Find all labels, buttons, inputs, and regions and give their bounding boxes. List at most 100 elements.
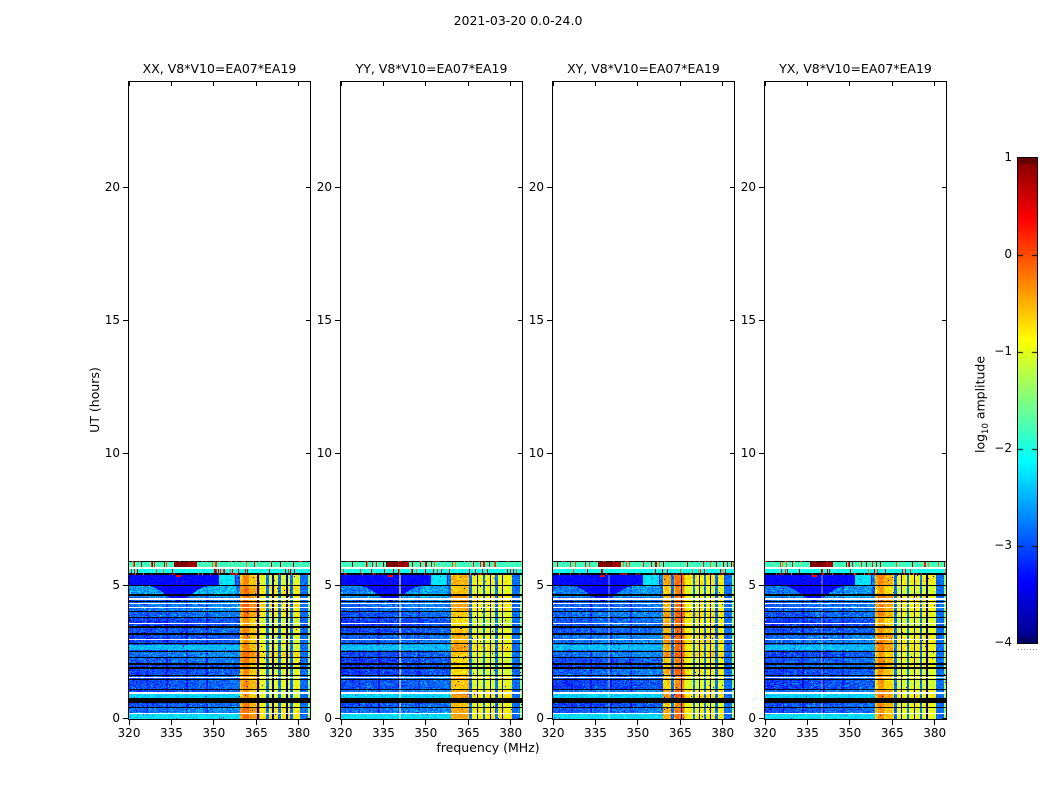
x-tick-top	[595, 82, 596, 86]
panel-xy	[552, 81, 735, 720]
y-tick-label: 5	[510, 578, 544, 593]
colorbar-tick-label: 0	[972, 247, 1012, 262]
y-tick-label: 15	[722, 313, 756, 328]
y-tick	[335, 187, 340, 188]
y-tick	[759, 320, 764, 321]
panel-title-yy: YY, V8*V10=EA07*EA19	[321, 61, 542, 76]
panel-title-xy: XY, V8*V10=EA07*EA19	[533, 61, 754, 76]
x-tick-top	[383, 82, 384, 86]
y-tick	[547, 453, 552, 454]
colorbar-tick-label: −2	[972, 441, 1012, 456]
y-tick	[335, 453, 340, 454]
y-tick-label: 15	[510, 313, 544, 328]
x-tick	[680, 720, 681, 725]
x-tick-label: 380	[703, 726, 743, 741]
spectrogram-xy	[553, 561, 734, 719]
x-tick-label: 320	[745, 726, 785, 741]
y-tick	[335, 585, 340, 586]
y-tick-label: 10	[86, 446, 120, 461]
x-tick-top	[468, 82, 469, 86]
y-tick-label: 10	[298, 446, 332, 461]
x-tick-label: 335	[575, 726, 615, 741]
x-tick	[892, 720, 893, 725]
colorbar-tick-label: 1	[972, 150, 1012, 165]
x-tick	[171, 720, 172, 725]
colorbar-tick-label: −1	[972, 344, 1012, 359]
x-tick-top	[341, 82, 342, 86]
y-tick-label: 20	[298, 180, 332, 195]
x-tick	[129, 720, 130, 725]
x-tick-top	[849, 82, 850, 86]
x-tick-label: 335	[151, 726, 191, 741]
x-tick-top	[425, 82, 426, 86]
x-tick-top	[256, 82, 257, 86]
x-tick-top	[680, 82, 681, 86]
x-tick-label: 380	[279, 726, 319, 741]
y-tick-label: 15	[86, 313, 120, 328]
x-tick-label: 350	[830, 726, 870, 741]
y-tick-label: 10	[722, 446, 756, 461]
figure: 2021-03-20 0.0-24.0 XX, V8*V10=EA07*EA19…	[0, 0, 1050, 800]
figure-title: 2021-03-20 0.0-24.0	[0, 13, 1036, 28]
x-tick-top	[510, 82, 511, 86]
y-tick-label: 0	[86, 711, 120, 726]
y-tick	[547, 718, 552, 719]
panel-title-yx: YX, V8*V10=EA07*EA19	[745, 61, 966, 76]
x-tick-top	[298, 82, 299, 86]
spectrogram-xx	[129, 561, 310, 719]
x-tick-label: 380	[491, 726, 531, 741]
x-tick-top	[722, 82, 723, 86]
x-tick-top	[213, 82, 214, 86]
x-tick-top	[765, 82, 766, 86]
colorbar-gradient	[1018, 158, 1037, 643]
y-tick	[547, 585, 552, 586]
y-tick-right	[942, 718, 946, 719]
x-axis-label: frequency (MHz)	[388, 740, 588, 755]
x-tick-label: 365	[872, 726, 912, 741]
x-tick-label: 335	[363, 726, 403, 741]
x-tick-label: 320	[321, 726, 361, 741]
x-tick-top	[553, 82, 554, 86]
x-tick	[637, 720, 638, 725]
x-tick-top	[171, 82, 172, 86]
colorbar	[1017, 157, 1038, 644]
y-tick	[335, 320, 340, 321]
x-tick	[425, 720, 426, 725]
y-tick-right	[942, 187, 946, 188]
y-tick	[123, 453, 128, 454]
x-tick-top	[934, 82, 935, 86]
y-tick	[123, 585, 128, 586]
y-tick	[123, 187, 128, 188]
x-tick-label: 365	[236, 726, 276, 741]
x-tick	[468, 720, 469, 725]
y-tick-label: 0	[722, 711, 756, 726]
x-tick	[341, 720, 342, 725]
colorbar-bottom-dots	[1018, 648, 1037, 651]
colorbar-tick-label: −3	[972, 538, 1012, 553]
y-tick	[759, 585, 764, 586]
y-tick-right	[942, 585, 946, 586]
spectrogram-yx	[765, 561, 946, 719]
x-tick	[553, 720, 554, 725]
y-tick-right	[942, 320, 946, 321]
y-tick	[759, 453, 764, 454]
x-tick-top	[637, 82, 638, 86]
y-tick	[123, 320, 128, 321]
y-tick-label: 10	[510, 446, 544, 461]
x-tick-label: 320	[533, 726, 573, 741]
x-tick	[807, 720, 808, 725]
x-tick-label: 350	[406, 726, 446, 741]
y-tick	[123, 718, 128, 719]
y-tick	[547, 320, 552, 321]
x-tick-label: 350	[618, 726, 658, 741]
y-tick-label: 20	[510, 180, 544, 195]
panel-yy	[340, 81, 523, 720]
y-tick-label: 5	[722, 578, 756, 593]
y-tick-label: 20	[86, 180, 120, 195]
panel-yx	[764, 81, 947, 720]
colorbar-tick-label: −4	[972, 635, 1012, 650]
y-tick	[335, 718, 340, 719]
x-tick-label: 365	[448, 726, 488, 741]
y-tick	[547, 187, 552, 188]
x-tick-top	[129, 82, 130, 86]
